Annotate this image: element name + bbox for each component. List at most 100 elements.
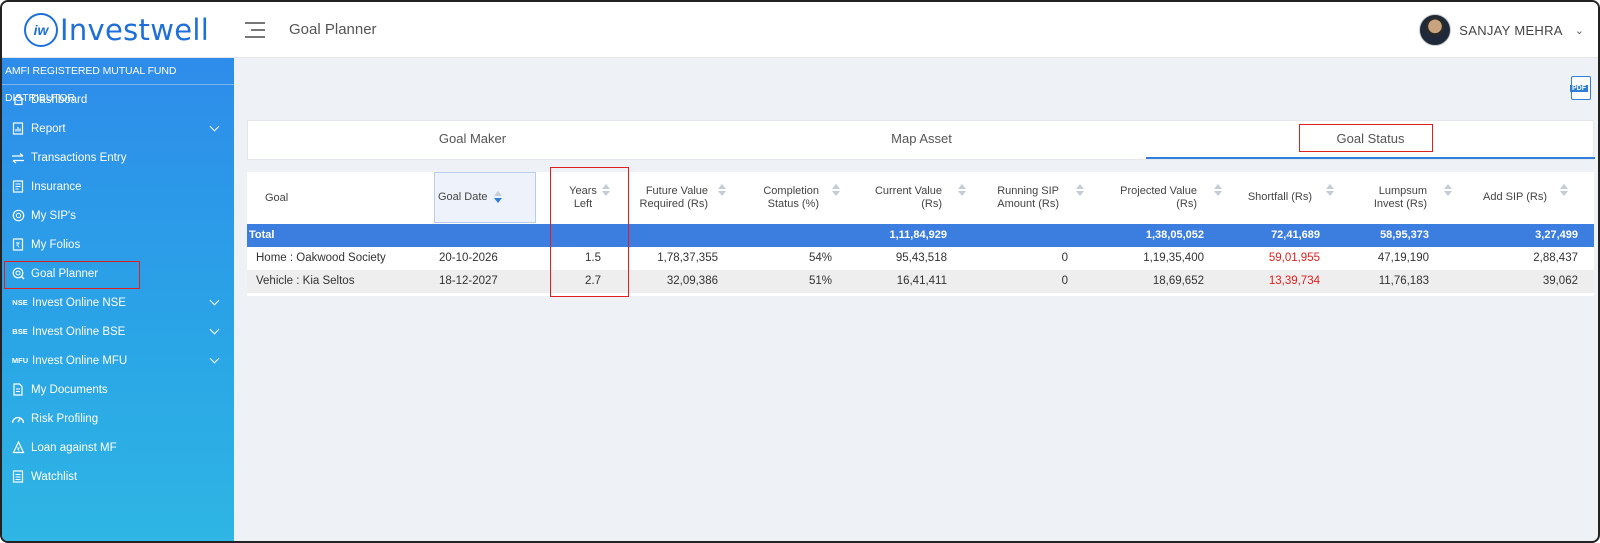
total-add-sip: 3,27,499 bbox=[1535, 229, 1578, 241]
sidebar-item-watchlist[interactable]: Watchlist bbox=[2, 462, 234, 491]
gauge-icon bbox=[11, 412, 25, 426]
sort-icon[interactable] bbox=[1076, 184, 1084, 196]
cell-completion: 51% bbox=[808, 275, 832, 287]
document-icon bbox=[11, 383, 25, 397]
folio-icon: ₹ bbox=[11, 238, 25, 252]
bse-icon: BSE bbox=[12, 327, 28, 336]
sidebar: AMFI REGISTERED MUTUAL FUND DISTRIBUTOR … bbox=[2, 58, 234, 541]
header-label: (Rs) bbox=[1176, 198, 1197, 210]
top-bar: iw Investwell Goal Planner SANJAY MEHRA … bbox=[2, 2, 1598, 58]
sidebar-item-label: My Documents bbox=[31, 383, 108, 396]
sidebar-header: AMFI REGISTERED MUTUAL FUND DISTRIBUTOR bbox=[2, 58, 234, 104]
header-label: Running SIP bbox=[997, 185, 1059, 197]
cell-completion: 54% bbox=[808, 252, 832, 264]
sort-icon[interactable] bbox=[718, 184, 726, 196]
sidebar-item-loan-against-mf[interactable]: ₹ Loan against MF bbox=[2, 433, 234, 462]
cell-shortfall: 59,01,955 bbox=[1268, 252, 1320, 264]
header-label: Lumpsum bbox=[1378, 185, 1427, 197]
page-title: Goal Planner bbox=[289, 21, 377, 38]
logo-text: Investwell bbox=[60, 13, 210, 47]
sidebar-item-transactions-entry[interactable]: Transactions Entry bbox=[2, 143, 234, 172]
chevron-down-icon bbox=[209, 353, 220, 364]
pdf-label: PDF bbox=[1570, 85, 1588, 92]
goal-status-table: Goal Goal Date Years Left Future Value R… bbox=[247, 172, 1594, 296]
mfu-icon: MFU bbox=[11, 356, 29, 365]
sidebar-item-label: Invest Online BSE bbox=[32, 325, 126, 338]
sidebar-item-my-folios[interactable]: ₹ My Folios bbox=[2, 230, 234, 259]
cell-projected-value: 1,19,35,400 bbox=[1143, 252, 1204, 264]
cell-current-value: 95,43,518 bbox=[895, 252, 947, 264]
highlight-box-years-left bbox=[550, 167, 629, 297]
cell-add-sip: 39,062 bbox=[1542, 275, 1578, 287]
sort-icon[interactable] bbox=[1326, 184, 1334, 196]
header-running-sip[interactable]: Running SIP Amount (Rs) bbox=[977, 185, 1059, 211]
total-current-value: 1,11,84,929 bbox=[889, 229, 947, 241]
sidebar-item-label: Invest Online NSE bbox=[32, 296, 126, 309]
sidebar-item-invest-online-nse[interactable]: NSE Invest Online NSE bbox=[2, 288, 234, 317]
cell-goal-date: 20-10-2026 bbox=[439, 252, 498, 264]
header-label: Projected Value bbox=[1120, 185, 1197, 197]
sidebar-item-report[interactable]: Report bbox=[2, 114, 234, 143]
tab-goal-maker[interactable]: Goal Maker bbox=[248, 121, 697, 159]
sidebar-item-label: Goal Planner bbox=[31, 267, 99, 280]
header-projected-value[interactable]: Projected Value (Rs) bbox=[1092, 185, 1197, 211]
insurance-icon bbox=[11, 180, 25, 194]
cell-projected-value: 18,69,652 bbox=[1152, 275, 1204, 287]
header-future-value[interactable]: Future Value Required (Rs) bbox=[623, 185, 708, 211]
sidebar-item-goal-planner[interactable]: Goal Planner bbox=[2, 259, 234, 289]
header-add-sip[interactable]: Add SIP (Rs) bbox=[1457, 191, 1547, 204]
chevron-down-icon bbox=[209, 324, 220, 335]
nse-icon: NSE bbox=[12, 298, 28, 307]
sidebar-item-insurance[interactable]: Insurance bbox=[2, 172, 234, 201]
sidebar-item-invest-online-mfu[interactable]: MFU Invest Online MFU bbox=[2, 346, 234, 375]
header-label: Current Value bbox=[874, 185, 942, 197]
sort-icon[interactable] bbox=[1444, 184, 1452, 196]
transfer-icon bbox=[11, 151, 25, 165]
sidebar-item-label: My Folios bbox=[31, 238, 81, 251]
table-total-row: Total 1,11,84,929 1,38,05,052 72,41,689 … bbox=[247, 224, 1594, 247]
header-label: Status (%) bbox=[767, 198, 819, 210]
table-row[interactable]: Vehicle : Kia Seltos 18-12-2027 2.7 32,0… bbox=[247, 270, 1594, 293]
header-completion-status[interactable]: Completion Status (%) bbox=[743, 185, 819, 211]
sort-icon[interactable] bbox=[1214, 184, 1222, 196]
sidebar-item-dashboard[interactable]: Dashboard bbox=[2, 85, 234, 114]
menu-toggle-icon[interactable] bbox=[245, 22, 265, 40]
chevron-down-icon bbox=[209, 121, 220, 132]
chevron-down-icon bbox=[209, 295, 220, 306]
report-icon bbox=[11, 122, 25, 136]
header-label: Invest (Rs) bbox=[1373, 198, 1427, 210]
sort-icon[interactable] bbox=[832, 184, 840, 196]
header-goal[interactable]: Goal bbox=[265, 192, 288, 205]
header-lumpsum-invest[interactable]: Lumpsum Invest (Rs) bbox=[1347, 185, 1427, 211]
header-label: Required (Rs) bbox=[639, 198, 708, 210]
svg-text:₹: ₹ bbox=[16, 446, 20, 453]
sidebar-item-my-documents[interactable]: My Documents bbox=[2, 375, 234, 404]
sidebar-item-label: My SIP's bbox=[31, 209, 77, 222]
logo[interactable]: iw Investwell bbox=[24, 12, 209, 48]
sip-icon bbox=[11, 209, 25, 223]
goal-tabs: Goal Maker Map Asset Goal Status bbox=[247, 120, 1595, 160]
sort-icon[interactable] bbox=[958, 184, 966, 196]
sidebar-item-label: Loan against MF bbox=[31, 441, 117, 454]
sidebar-item-my-sips[interactable]: My SIP's bbox=[2, 201, 234, 230]
table-row[interactable]: Home : Oakwood Society 20-10-2026 1.5 1,… bbox=[247, 247, 1594, 270]
header-goal-date[interactable]: Goal Date bbox=[438, 191, 502, 204]
cell-lumpsum: 47,19,190 bbox=[1377, 252, 1429, 264]
header-label: Shortfall (Rs) bbox=[1247, 191, 1312, 203]
sort-icon[interactable] bbox=[493, 191, 502, 204]
header-current-value[interactable]: Current Value (Rs) bbox=[847, 185, 942, 211]
pdf-download-icon[interactable]: PDF bbox=[1570, 76, 1591, 100]
cell-goal: Vehicle : Kia Seltos bbox=[256, 275, 355, 287]
total-label: Total bbox=[249, 229, 275, 241]
goal-icon bbox=[11, 267, 25, 281]
user-name: SANJAY MEHRA bbox=[1459, 22, 1563, 38]
sidebar-item-label: Insurance bbox=[31, 180, 82, 193]
cell-running-sip: 0 bbox=[1061, 252, 1068, 264]
user-menu[interactable]: SANJAY MEHRA ⌄ bbox=[1419, 14, 1584, 46]
header-shortfall[interactable]: Shortfall (Rs) bbox=[1227, 191, 1312, 204]
sidebar-item-risk-profiling[interactable]: Risk Profiling bbox=[2, 404, 234, 433]
sort-icon[interactable] bbox=[1560, 184, 1568, 196]
sidebar-item-invest-online-bse[interactable]: BSE Invest Online BSE bbox=[2, 317, 234, 346]
total-shortfall: 72,41,689 bbox=[1271, 229, 1320, 241]
tab-map-asset[interactable]: Map Asset bbox=[697, 121, 1146, 159]
